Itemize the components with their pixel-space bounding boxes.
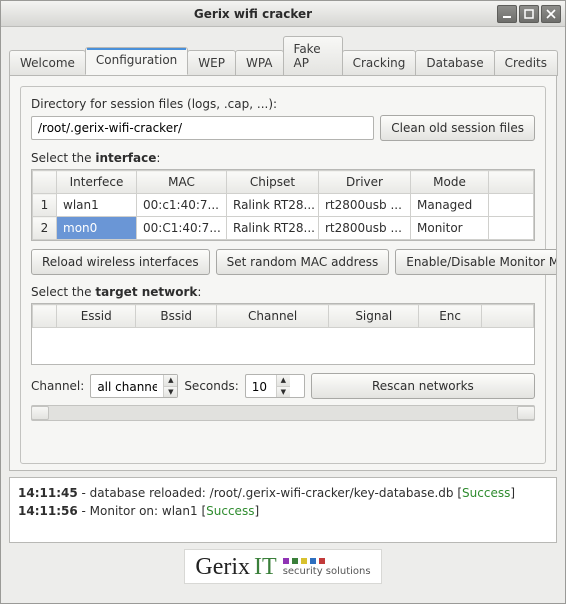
clean-session-button[interactable]: Clean old session files xyxy=(380,115,535,141)
log-panel: 14:11:45 - database reloaded: /root/.ger… xyxy=(9,477,557,543)
network-table[interactable]: Essid Bssid Channel Signal Enc xyxy=(31,303,535,365)
stepper-up-icon[interactable]: ▲ xyxy=(164,375,177,387)
scan-controls: Channel: ▲▼ Seconds: ▲▼ Rescan networks xyxy=(31,373,535,399)
interface-table[interactable]: Interfece MAC Chipset Driver Mode 1 wlan… xyxy=(31,169,535,241)
seconds-input[interactable] xyxy=(246,375,276,399)
iface-label: Select the interface: xyxy=(31,151,535,165)
tab-credits[interactable]: Credits xyxy=(494,50,558,76)
brand-name: GerixIT xyxy=(195,554,276,581)
log-line: 14:11:45 - database reloaded: /root/.ger… xyxy=(18,484,548,502)
stepper-down-icon[interactable]: ▼ xyxy=(164,387,177,398)
toggle-monitor-button[interactable]: Enable/Disable Monitor Mode xyxy=(395,249,557,275)
config-panel: Directory for session files (logs, .cap,… xyxy=(20,86,546,464)
window-controls xyxy=(497,5,561,23)
table-row[interactable]: 2 mon0 00:C1:40:7... Ralink RT28... rt28… xyxy=(33,217,534,240)
channel-select[interactable]: ▲▼ xyxy=(90,374,178,398)
log-line: 14:11:56 - Monitor on: wlan1 [Success] xyxy=(18,502,548,520)
tab-cracking[interactable]: Cracking xyxy=(342,50,417,76)
window-title: Gerix wifi cracker xyxy=(179,7,327,21)
table-header-row: Interfece MAC Chipset Driver Mode xyxy=(33,171,534,194)
session-dir-input[interactable] xyxy=(31,116,374,140)
tab-strip: Welcome Configuration WEP WPA Fake AP Cr… xyxy=(1,27,565,75)
tab-label: Configuration xyxy=(96,53,177,67)
close-button[interactable] xyxy=(541,5,561,23)
tab-configuration[interactable]: Configuration xyxy=(85,47,188,75)
maximize-button[interactable] xyxy=(519,5,539,23)
tab-wep[interactable]: WEP xyxy=(187,50,236,76)
random-mac-button[interactable]: Set random MAC address xyxy=(216,249,390,275)
session-dir-label: Directory for session files (logs, .cap,… xyxy=(31,97,535,111)
table-row[interactable]: 1 wlan1 00:c1:40:7... Ralink RT28... rt2… xyxy=(33,194,534,217)
window: Gerix wifi cracker Welcome Configuration… xyxy=(0,0,566,604)
table-header-row: Essid Bssid Channel Signal Enc xyxy=(33,305,534,328)
channel-label: Channel: xyxy=(31,379,84,393)
horizontal-scrollbar[interactable] xyxy=(31,405,535,421)
brand-tagline: security solutions xyxy=(283,566,371,577)
tab-database[interactable]: Database xyxy=(415,50,494,76)
reload-interfaces-button[interactable]: Reload wireless interfaces xyxy=(31,249,210,275)
seconds-label: Seconds: xyxy=(184,379,238,393)
stepper-down-icon[interactable]: ▼ xyxy=(277,387,290,398)
brand-dots xyxy=(283,558,325,564)
tab-wpa[interactable]: WPA xyxy=(235,50,284,76)
brand-logo: GerixIT security solutions xyxy=(1,549,565,584)
titlebar: Gerix wifi cracker xyxy=(1,1,565,27)
rescan-button[interactable]: Rescan networks xyxy=(311,373,535,399)
tab-body: Directory for session files (logs, .cap,… xyxy=(9,75,557,471)
stepper-up-icon[interactable]: ▲ xyxy=(277,375,290,387)
channel-input[interactable] xyxy=(91,375,163,399)
tab-fakeap[interactable]: Fake AP xyxy=(283,36,343,76)
minimize-button[interactable] xyxy=(497,5,517,23)
target-network-label: Select the target network: xyxy=(31,285,535,299)
tab-welcome[interactable]: Welcome xyxy=(9,50,86,76)
seconds-stepper[interactable]: ▲▼ xyxy=(245,374,305,398)
